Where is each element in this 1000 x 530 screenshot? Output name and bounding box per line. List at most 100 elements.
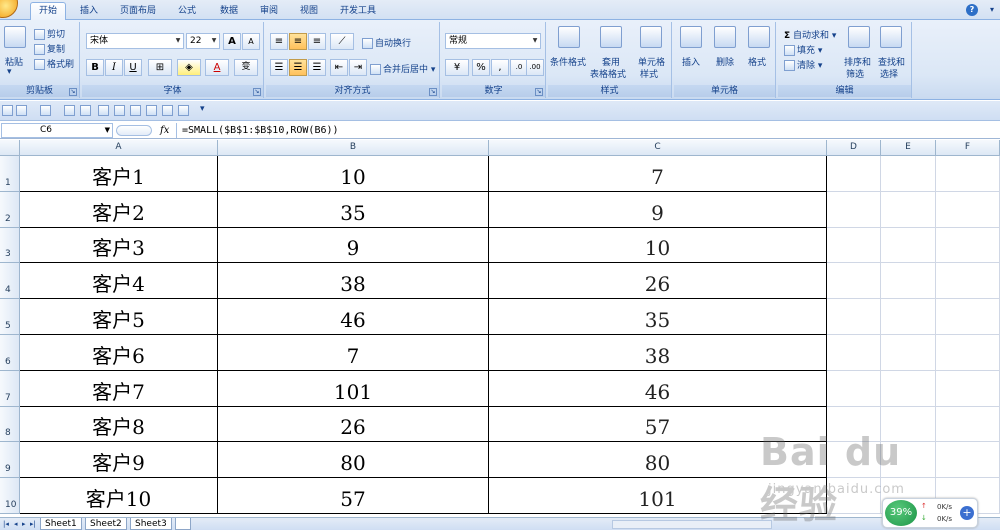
- phonetic-button[interactable]: 变: [234, 59, 258, 76]
- cell-b[interactable]: 10: [218, 156, 489, 192]
- delete-cells-button[interactable]: 删除: [716, 55, 734, 68]
- cell-b[interactable]: 26: [218, 407, 489, 442]
- find-select-button[interactable]: 选择: [880, 67, 898, 80]
- last-sheet-icon[interactable]: ▸|: [30, 520, 36, 528]
- align-center-button[interactable]: ☰: [289, 59, 307, 76]
- column-header-e[interactable]: E: [881, 140, 936, 156]
- customize-qat-icon[interactable]: ▾: [200, 104, 205, 114]
- cell-b[interactable]: 9: [218, 228, 489, 263]
- cell-b[interactable]: 80: [218, 442, 489, 478]
- empty-cell[interactable]: [827, 156, 881, 192]
- align-left-button[interactable]: ☰: [270, 59, 288, 76]
- cell-a[interactable]: 客户2: [20, 192, 218, 228]
- align-bottom-button[interactable]: ≡: [308, 33, 326, 50]
- alignment-launcher-icon[interactable]: ↘: [429, 88, 437, 96]
- empty-cell[interactable]: [936, 299, 1000, 335]
- empty-cell[interactable]: [936, 228, 1000, 263]
- font-size-combo[interactable]: 22 ▼: [186, 33, 220, 49]
- empty-cell[interactable]: [881, 371, 936, 407]
- cell-a[interactable]: 客户6: [20, 335, 218, 371]
- cell-b[interactable]: 35: [218, 192, 489, 228]
- cell-c[interactable]: 26: [489, 263, 827, 299]
- empty-cell[interactable]: [881, 335, 936, 371]
- empty-cell[interactable]: [827, 263, 881, 299]
- tab-formulas[interactable]: 公式: [170, 3, 204, 20]
- freeze-icon[interactable]: [146, 105, 157, 116]
- row-header[interactable]: 9: [0, 442, 20, 478]
- new-document-icon[interactable]: [80, 105, 91, 116]
- number-format-combo[interactable]: 常规 ▼: [445, 33, 541, 49]
- format-painter-button[interactable]: 格式刷: [34, 57, 74, 70]
- tab-data[interactable]: 数据: [212, 3, 246, 20]
- cell-a[interactable]: 客户10: [20, 478, 218, 514]
- increase-indent-button[interactable]: ⇥: [349, 59, 367, 76]
- cell-a[interactable]: 客户4: [20, 263, 218, 299]
- help-icon[interactable]: ?: [966, 4, 978, 16]
- accounting-format-button[interactable]: ¥: [445, 59, 469, 76]
- cell-styles-button[interactable]: 样式: [640, 67, 658, 80]
- cell-c[interactable]: 10: [489, 228, 827, 263]
- cut-button[interactable]: 剪切: [34, 27, 65, 40]
- font-launcher-icon[interactable]: ↘: [253, 88, 261, 96]
- row-header[interactable]: 6: [0, 335, 20, 371]
- fill-button[interactable]: 填充 ▾: [784, 43, 822, 56]
- number-launcher-icon[interactable]: ↘: [535, 88, 543, 96]
- row-header[interactable]: 5: [0, 299, 20, 335]
- italic-button[interactable]: I: [105, 59, 123, 76]
- cell-b[interactable]: 101: [218, 371, 489, 407]
- cell-c[interactable]: 35: [489, 299, 827, 335]
- row-header[interactable]: 2: [0, 192, 20, 228]
- empty-cell[interactable]: [936, 263, 1000, 299]
- paste-dropdown-icon[interactable]: ▾: [7, 67, 12, 77]
- clipboard-launcher-icon[interactable]: ↘: [69, 88, 77, 96]
- font-color-button[interactable]: A: [205, 59, 229, 76]
- first-sheet-icon[interactable]: |◂: [3, 520, 9, 528]
- merge-center-button[interactable]: 合并后居中 ▾: [370, 62, 435, 75]
- print-preview-icon[interactable]: [64, 105, 75, 116]
- grow-font-button[interactable]: A: [223, 33, 241, 50]
- column-header-f[interactable]: F: [936, 140, 1000, 156]
- empty-cell[interactable]: [827, 299, 881, 335]
- insert-cells-button[interactable]: 插入: [682, 55, 700, 68]
- tab-view[interactable]: 视图: [292, 3, 326, 20]
- empty-cell[interactable]: [936, 192, 1000, 228]
- sheet-tab-2[interactable]: Sheet2: [85, 518, 127, 530]
- cell-b[interactable]: 38: [218, 263, 489, 299]
- cell-b[interactable]: 46: [218, 299, 489, 335]
- row-header[interactable]: 1: [0, 156, 20, 192]
- clear-button[interactable]: 清除 ▾: [784, 58, 822, 71]
- empty-cell[interactable]: [881, 228, 936, 263]
- column-header-b[interactable]: B: [218, 140, 489, 156]
- cell-c[interactable]: 7: [489, 156, 827, 192]
- font-name-combo[interactable]: 宋体 ▼: [86, 33, 184, 49]
- cell-b[interactable]: 7: [218, 335, 489, 371]
- tab-developer[interactable]: 开发工具: [334, 3, 382, 20]
- shrink-font-button[interactable]: A: [242, 33, 260, 50]
- empty-cell[interactable]: [827, 335, 881, 371]
- autosum-button[interactable]: Σ 自动求和 ▾: [784, 28, 836, 41]
- cell-a[interactable]: 客户7: [20, 371, 218, 407]
- cell-a[interactable]: 客户8: [20, 407, 218, 442]
- network-speed-widget[interactable]: 39% ↑ 0K/s ↓ 0K/s +: [882, 498, 978, 528]
- column-header-d[interactable]: D: [827, 140, 881, 156]
- select-all-corner[interactable]: [0, 140, 20, 156]
- align-middle-button[interactable]: ≡: [289, 33, 307, 50]
- cancel-enter-oval[interactable]: [116, 125, 152, 136]
- window-icon[interactable]: [130, 105, 141, 116]
- prev-sheet-icon[interactable]: ◂: [14, 520, 18, 528]
- cell-b[interactable]: 57: [218, 478, 489, 514]
- tab-insert[interactable]: 插入: [72, 3, 106, 20]
- name-box[interactable]: C6 ▼: [1, 123, 113, 138]
- percent-button[interactable]: %: [472, 59, 490, 76]
- tab-page-layout[interactable]: 页面布局: [114, 3, 162, 20]
- decrease-indent-button[interactable]: ⇤: [330, 59, 348, 76]
- format-cells-button[interactable]: 格式: [748, 55, 766, 68]
- table-format-button[interactable]: 表格格式: [590, 67, 626, 80]
- open-icon[interactable]: [98, 105, 109, 116]
- column-header-a[interactable]: A: [20, 140, 218, 156]
- empty-cell[interactable]: [881, 192, 936, 228]
- next-sheet-icon[interactable]: ▸: [22, 520, 26, 528]
- cell-c[interactable]: 9: [489, 192, 827, 228]
- empty-cell[interactable]: [936, 371, 1000, 407]
- ribbon-minimize-icon[interactable]: ▾: [990, 5, 994, 14]
